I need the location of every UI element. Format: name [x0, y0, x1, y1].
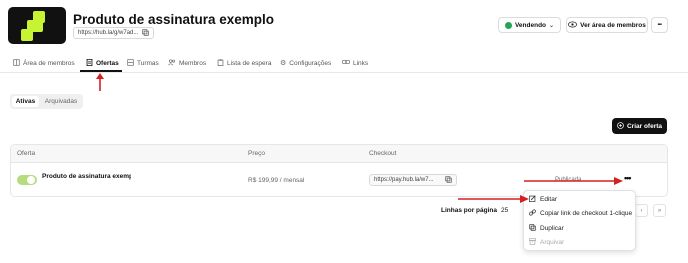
more-options-button[interactable]: ••• [651, 17, 668, 33]
tab-label: Lista de espera [227, 60, 272, 67]
create-offer-button[interactable]: Criar oferta [612, 118, 667, 134]
book-icon [13, 59, 20, 68]
archive-icon [529, 238, 536, 247]
page-title: Produto de assinatura exemplo [73, 12, 275, 27]
status-label: Vendendo [514, 21, 547, 29]
toggle-knob [27, 176, 35, 184]
document-icon [86, 58, 93, 68]
annotation-arrow-right-icon [458, 195, 529, 203]
tab-active-offers[interactable]: Ativas [12, 96, 39, 107]
rows-per-page-label: Linhas por página [441, 207, 497, 214]
menu-item-label: Editar [540, 196, 557, 203]
clipboard-icon [217, 59, 224, 68]
tab-links[interactable]: Links [342, 59, 368, 67]
column-header-checkout: Checkout [369, 150, 397, 157]
link-icon [529, 209, 536, 218]
tab-members-area[interactable]: Área de membros [13, 59, 75, 68]
link-icon [342, 59, 350, 67]
tab-label: Configurações [289, 59, 332, 67]
menu-item-archive: Arquivar [529, 238, 564, 247]
menu-item-label: Duplicar [540, 225, 564, 232]
next-page-button[interactable]: › [635, 204, 648, 217]
menu-item-label: Copiar link de checkout 1-clique [540, 210, 633, 217]
create-offer-label: Criar oferta [626, 122, 663, 130]
more-icon: ••• [657, 22, 662, 28]
tab-label: Área de membros [23, 60, 75, 67]
tab-settings[interactable]: ⚙ Configurações [280, 59, 332, 68]
users-icon [168, 59, 176, 68]
copy-icon [529, 224, 536, 233]
tab-label: Links [353, 59, 369, 67]
product-logo [8, 7, 66, 44]
tab-label: Membros [179, 60, 207, 67]
menu-item-edit[interactable]: Editar [529, 195, 557, 204]
rows-per-page-select[interactable]: 25 [501, 207, 508, 214]
gear-icon: ⚙ [280, 60, 287, 67]
row-more-button[interactable]: ••• [624, 173, 632, 183]
tab-members[interactable]: Membros [168, 59, 206, 68]
tab-label: Turmas [137, 60, 159, 67]
check-circle-icon [504, 21, 512, 29]
tab-waitlist[interactable]: Lista de espera [217, 59, 271, 68]
edit-icon [529, 195, 536, 204]
checkout-link[interactable]: https://pay.hub.la/w7... [369, 174, 457, 186]
copy-icon[interactable] [445, 175, 452, 185]
status-dropdown[interactable]: Vendendo ⌄ [498, 17, 561, 33]
column-header-price: Preço [248, 150, 265, 157]
plus-circle-icon [617, 121, 624, 131]
chevron-down-icon: ⌄ [549, 22, 555, 29]
checkout-url-text: https://pay.hub.la/w7... [374, 177, 434, 183]
annotation-arrow-right-icon [524, 177, 623, 185]
offer-name: Produto de assinatura exemplo [42, 173, 131, 180]
view-members-area-button[interactable]: Ver área de membros [566, 17, 648, 33]
tab-classes[interactable]: Turmas [127, 59, 159, 68]
product-url[interactable]: https://hub.la/g/w7ad... [73, 27, 155, 39]
menu-item-label: Arquivar [540, 239, 565, 246]
product-url-text: https://hub.la/g/w7ad... [78, 30, 139, 36]
tab-offers[interactable]: Ofertas [86, 58, 119, 68]
grid-icon [127, 59, 134, 68]
tab-archived-offers[interactable]: Arquivadas [41, 96, 81, 107]
menu-item-duplicate[interactable]: Duplicar [529, 224, 564, 233]
annotation-arrow-up-icon [96, 73, 104, 91]
table-header [11, 145, 667, 163]
tab-label: Ofertas [96, 60, 119, 67]
members-area-label: Ver área de membros [580, 21, 646, 29]
last-page-button[interactable]: » [653, 204, 666, 217]
copy-icon[interactable] [142, 28, 150, 38]
offer-price: R$ 199,99 / mensal [248, 177, 305, 184]
eye-icon [568, 21, 578, 30]
column-header-offer: Oferta [17, 150, 36, 157]
menu-item-copy-checkout-link[interactable]: Copiar link de checkout 1-clique [529, 209, 632, 218]
